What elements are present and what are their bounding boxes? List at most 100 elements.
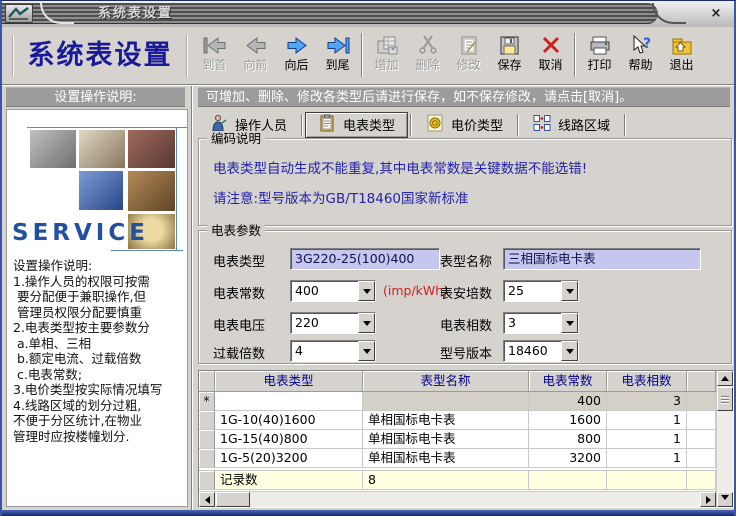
- meter-type-input[interactable]: 3G220-25(100)400: [290, 248, 440, 270]
- print-icon: [589, 32, 611, 58]
- cell-phases[interactable]: 1: [607, 411, 687, 430]
- row-selector[interactable]: [199, 430, 215, 449]
- help-icon: ?: [630, 32, 652, 58]
- cell-model-name[interactable]: [363, 392, 529, 411]
- instructions-text: 设置操作说明: 1.操作人员的权限可按需 要分配便于兼职操作,但 管理员权限分配…: [13, 258, 185, 444]
- horizontal-scrollbar[interactable]: [199, 491, 716, 507]
- tab-separator: [624, 113, 627, 136]
- toolbar-button-label: 取消: [538, 58, 563, 72]
- close-button[interactable]: ×: [707, 5, 725, 22]
- cell-meter-type[interactable]: 1G-15(40)800: [215, 430, 363, 449]
- vertical-scrollbar[interactable]: [716, 371, 733, 507]
- version-select[interactable]: 18460: [503, 340, 579, 362]
- meter-type-table: 电表类型 表型名称 电表常数 电表相数 * 400 3 1G-10(40)160…: [198, 370, 734, 508]
- tab-price-type[interactable]: 电价类型: [414, 112, 515, 138]
- row-selector[interactable]: [199, 449, 215, 468]
- tab-line-region[interactable]: 线路区域: [521, 112, 622, 138]
- voltage-select[interactable]: 220: [290, 312, 376, 334]
- phases-label: 电表相数: [440, 319, 493, 334]
- coding-note-line: 请注意:型号版本为GB/T18460国家新标准: [213, 191, 469, 207]
- phases-select[interactable]: 3: [503, 312, 579, 334]
- cell-filler: [687, 411, 716, 430]
- combo-value: 18460: [508, 343, 548, 358]
- version-label: 型号版本: [440, 347, 493, 362]
- hscroll-track[interactable]: [251, 492, 700, 507]
- vscroll-thumb[interactable]: [717, 387, 733, 411]
- coding-notes-group: 编码说明 电表类型自动生成不能重复,其中电表常数是关键数据不能选错! 请注意:型…: [198, 131, 732, 226]
- decor-line: [27, 127, 187, 128]
- amperage-select[interactable]: 25: [503, 280, 579, 302]
- cancel-x-icon: [541, 32, 561, 58]
- titlebar[interactable]: 系统表设置 ×: [2, 1, 734, 27]
- scroll-left-button[interactable]: [199, 492, 215, 507]
- sidebar: 设置操作说明: SERVICE 设置操作说明: 1.操作人员的权限可按需 要分配…: [2, 86, 192, 510]
- tab-meter-type[interactable]: 电表类型: [305, 111, 409, 138]
- cell-model-name[interactable]: 单相国标电卡表: [363, 430, 529, 449]
- chevron-down-icon[interactable]: [358, 341, 375, 361]
- note-bar: 可增加、删除、修改各类型后请进行保存，如不保存修改，请点击[取消]。: [198, 87, 730, 107]
- hscroll-thumb[interactable]: [216, 492, 250, 507]
- overload-select[interactable]: 4: [290, 340, 376, 362]
- app-window: 系统表设置 × 系统表设置 到首 向前 向后 到尾 * 增加 删除 修改 保存 …: [0, 0, 736, 516]
- instruction-line: 设置操作说明:: [13, 258, 93, 273]
- row-selector[interactable]: *: [199, 392, 215, 411]
- paperclips-photo: [127, 129, 176, 169]
- toolbar-next-button[interactable]: 向后: [276, 30, 317, 82]
- stapler-photo: [29, 129, 77, 169]
- cell-phases[interactable]: 1: [607, 430, 687, 449]
- instruction-line: 1.操作人员的权限可按需: [13, 273, 150, 289]
- scroll-up-button[interactable]: [717, 371, 733, 386]
- page-title: 系统表设置: [12, 35, 188, 77]
- cell-phases[interactable]: 3: [607, 392, 687, 411]
- vscroll-track[interactable]: [717, 412, 733, 492]
- voltage-label: 电表电压: [213, 319, 266, 334]
- decor-line: [176, 127, 177, 251]
- toolbar-button-label: 打印: [587, 58, 612, 72]
- footer-cell: [687, 471, 716, 490]
- chevron-down-icon[interactable]: [561, 281, 578, 301]
- toolbar-print-button[interactable]: 打印: [579, 30, 620, 82]
- cell-filler: [687, 392, 716, 411]
- cell-meter-type[interactable]: 1G-5(20)3200: [215, 449, 363, 468]
- toolbar-help-button[interactable]: ? 帮助: [620, 30, 661, 82]
- row-selector[interactable]: [199, 471, 215, 490]
- record-count-value: 8: [363, 471, 529, 490]
- meter-constant-select[interactable]: 400: [290, 280, 376, 302]
- cell-constant[interactable]: 400: [529, 392, 607, 411]
- instruction-line: 管理时应按楼幢划分.: [13, 428, 130, 444]
- instruction-line: 管理员权限分配要慎重: [13, 304, 142, 320]
- scroll-down-button[interactable]: [717, 492, 733, 507]
- cell-model-name[interactable]: 单相国标电卡表: [363, 411, 529, 430]
- toolbar-modify-button: 修改: [448, 30, 489, 82]
- toolbar-last-button[interactable]: 到尾: [317, 30, 358, 82]
- meter-params-group: 电表参数 电表类型 3G220-25(100)400 表型名称 三相国标电卡表 …: [198, 223, 732, 364]
- cell-constant[interactable]: 800: [529, 430, 607, 449]
- toolbar-exit-button[interactable]: 退出: [661, 30, 702, 82]
- toolbar-button-label: 增加: [374, 58, 399, 72]
- cell-meter-type[interactable]: 1G-10(40)1600: [215, 411, 363, 430]
- instruction-line: 不便于分区统计,在物业: [13, 413, 142, 428]
- toolbar-save-button[interactable]: 保存: [489, 30, 530, 82]
- scroll-right-button[interactable]: [700, 492, 716, 507]
- titlebar-swoosh: [652, 3, 686, 24]
- chevron-down-icon[interactable]: [358, 281, 375, 301]
- coding-note-line: 电表类型自动生成不能重复,其中电表常数是关键数据不能选错!: [213, 161, 588, 177]
- modify-icon: [458, 32, 480, 58]
- row-selector[interactable]: [199, 411, 215, 430]
- cell-constant[interactable]: 3200: [529, 449, 607, 468]
- toolbar: 到首 向前 向后 到尾 * 增加 删除 修改 保存 取消 打印 ? 帮助 退出: [194, 30, 702, 82]
- chevron-down-icon[interactable]: [561, 313, 578, 333]
- cell-meter-type[interactable]: [215, 392, 363, 411]
- cell-constant[interactable]: 1600: [529, 411, 607, 430]
- hand-photo: [127, 170, 176, 212]
- chevron-down-icon[interactable]: [358, 313, 375, 333]
- instruction-line: b.额定电流、过载倍数: [13, 351, 142, 366]
- tab-separator: [301, 113, 304, 136]
- model-name-input[interactable]: 三相国标电卡表: [503, 248, 701, 270]
- toolbar-cancel-button[interactable]: 取消: [530, 30, 571, 82]
- chevron-down-icon[interactable]: [561, 341, 578, 361]
- tab-label: 线路区域: [558, 119, 611, 134]
- prev-arrow-icon: [244, 32, 268, 58]
- cell-model-name[interactable]: 单相国标电卡表: [363, 449, 529, 468]
- cell-phases[interactable]: 1: [607, 449, 687, 468]
